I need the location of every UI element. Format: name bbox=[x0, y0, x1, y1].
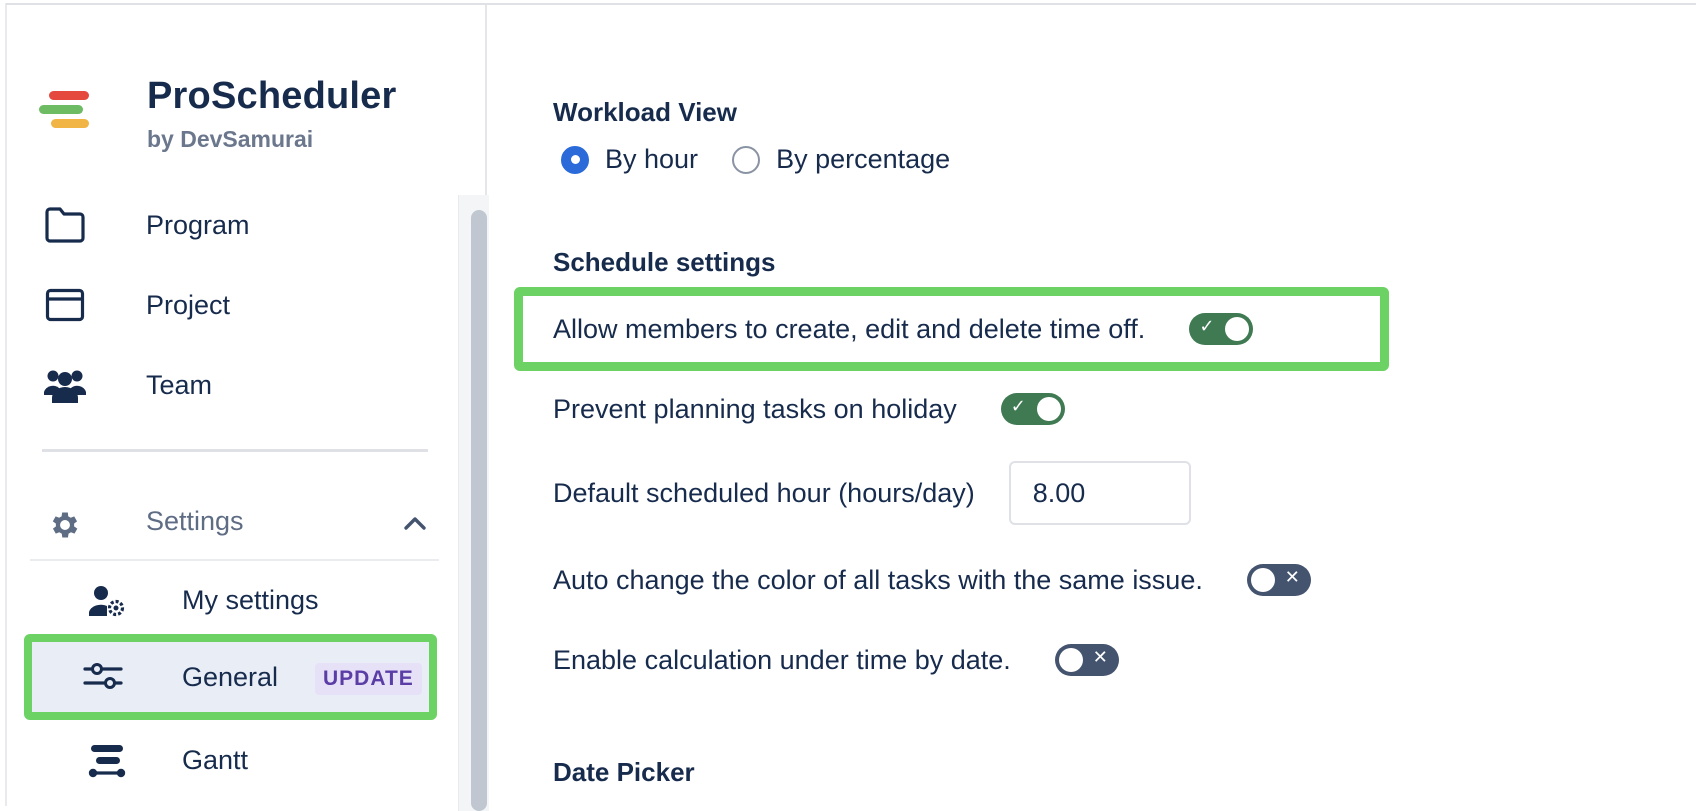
date-picker-title: Date Picker bbox=[553, 757, 695, 787]
update-badge: UPDATE bbox=[315, 663, 422, 695]
gear-icon bbox=[43, 503, 87, 547]
default-hours-input[interactable] bbox=[1008, 461, 1191, 525]
sidebar-item-my-settings[interactable]: My settings bbox=[7, 569, 447, 633]
default-hours-label: Default scheduled hour (hours/day) bbox=[553, 477, 975, 508]
sidebar-item-label: Gantt bbox=[182, 745, 249, 775]
auto-color-label: Auto change the color of all tasks with … bbox=[553, 564, 1203, 595]
sidebar-item-settings[interactable]: Settings bbox=[30, 491, 439, 561]
gantt-icon bbox=[85, 739, 129, 783]
sidebar-item-label: My settings bbox=[182, 585, 319, 615]
user-settings-icon bbox=[85, 579, 129, 623]
sidebar-item-label: Team bbox=[146, 369, 213, 400]
close-icon: ✕ bbox=[1092, 647, 1108, 668]
workload-view-title: Workload View bbox=[553, 97, 737, 127]
auto-color-row: Auto change the color of all tasks with … bbox=[553, 555, 1311, 605]
allow-time-off-label: Allow members to create, edit and delete… bbox=[553, 313, 1146, 344]
sidebar-item-label: General bbox=[182, 662, 279, 692]
check-icon: ✓ bbox=[1010, 396, 1026, 417]
sidebar-item-label: Program bbox=[146, 209, 250, 240]
schedule-settings-title: Schedule settings bbox=[553, 247, 776, 277]
by-hour-radio[interactable] bbox=[561, 145, 589, 174]
sidebar-item-general[interactable]: General UPDATE bbox=[24, 634, 437, 720]
under-time-toggle[interactable]: ✕ bbox=[1054, 644, 1119, 676]
window-icon bbox=[43, 283, 87, 327]
prevent-holiday-row: Prevent planning tasks on holiday ✓ bbox=[553, 384, 1065, 434]
main-content: Workload View By hour By percentage Sche… bbox=[489, 5, 1696, 806]
sliders-icon bbox=[81, 654, 125, 698]
chevron-up-icon[interactable] bbox=[401, 509, 429, 537]
sidebar-scrollbar-thumb[interactable] bbox=[471, 210, 487, 811]
by-hour-label[interactable]: By hour bbox=[605, 144, 698, 175]
folder-icon bbox=[43, 203, 87, 247]
default-hours-row: Default scheduled hour (hours/day) bbox=[553, 461, 1191, 525]
sidebar: ProScheduler by DevSamurai Program Proje… bbox=[7, 5, 489, 811]
prevent-holiday-toggle[interactable]: ✓ bbox=[1000, 393, 1065, 425]
under-time-row: Enable calculation under time by date. ✕ bbox=[553, 635, 1119, 685]
by-percentage-radio[interactable] bbox=[732, 145, 761, 174]
sidebar-item-project[interactable]: Project bbox=[7, 273, 447, 337]
by-percentage-label[interactable]: By percentage bbox=[776, 144, 950, 175]
check-icon: ✓ bbox=[1199, 316, 1215, 337]
sidebar-item-gantt[interactable]: Gantt bbox=[7, 729, 447, 793]
sidebar-divider bbox=[42, 449, 428, 452]
close-icon: ✕ bbox=[1284, 567, 1300, 588]
sidebar-item-label: Project bbox=[146, 289, 231, 320]
brand-title: ProScheduler bbox=[147, 75, 397, 117]
allow-time-off-row: Allow members to create, edit and delete… bbox=[553, 304, 1254, 354]
auto-color-toggle[interactable]: ✕ bbox=[1246, 564, 1311, 596]
sidebar-item-team[interactable]: Team bbox=[7, 353, 447, 417]
team-icon bbox=[43, 363, 87, 407]
sidebar-item-program[interactable]: Program bbox=[7, 193, 447, 257]
prevent-holiday-label: Prevent planning tasks on holiday bbox=[553, 393, 957, 424]
brand-subtitle: by DevSamurai bbox=[147, 126, 314, 152]
under-time-label: Enable calculation under time by date. bbox=[553, 644, 1011, 675]
allow-time-off-toggle[interactable]: ✓ bbox=[1189, 313, 1254, 345]
sidebar-item-label: Settings bbox=[146, 506, 244, 536]
workload-radio-group: By hour By percentage bbox=[561, 144, 984, 175]
proscheduler-logo bbox=[37, 87, 99, 135]
